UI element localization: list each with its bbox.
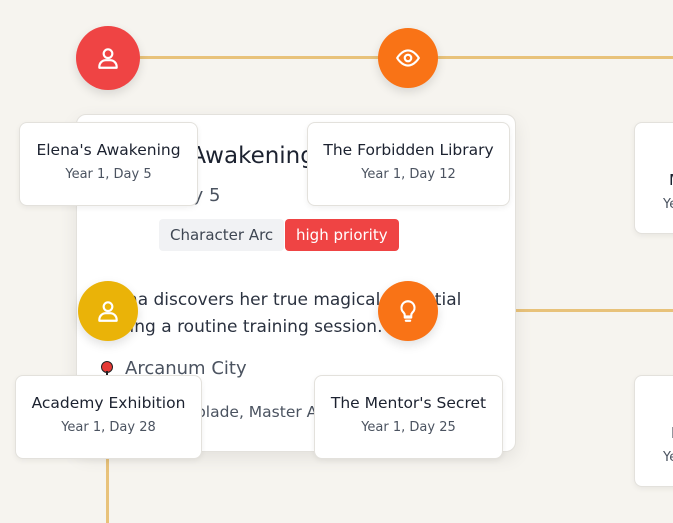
category-tag: Character Arc — [159, 219, 285, 251]
event-card-title: Elena's Awakening — [36, 141, 181, 159]
eye-icon — [396, 49, 420, 67]
event-node[interactable] — [78, 281, 138, 341]
event-card[interactable]: Elena's Awakening Year 1, Day 5 — [19, 122, 198, 206]
event-card[interactable]: I Ye — [634, 375, 673, 487]
user-icon — [98, 48, 118, 69]
event-card-date: Year 1, Day 28 — [61, 420, 156, 435]
event-card-title: M — [669, 171, 673, 189]
event-node[interactable] — [76, 26, 140, 90]
event-card-title: The Mentor's Secret — [330, 394, 487, 412]
event-card-date: Year 1, Day 5 — [65, 167, 152, 182]
event-card-date: Year 1, Day 25 — [361, 420, 456, 435]
event-card-title: The Forbidden Library — [323, 141, 494, 159]
event-node[interactable] — [378, 281, 438, 341]
user-icon — [98, 301, 118, 322]
event-card-date: Ye — [663, 197, 673, 212]
event-card[interactable]: M Ye — [634, 122, 673, 234]
event-card[interactable]: Academy Exhibition Year 1, Day 28 — [15, 375, 202, 459]
priority-tag: high priority — [285, 219, 399, 251]
event-card-title: Academy Exhibition — [31, 394, 186, 412]
event-node[interactable] — [378, 28, 438, 88]
event-card[interactable]: The Forbidden Library Year 1, Day 12 — [307, 122, 510, 206]
event-card-date: Year 1, Day 12 — [361, 167, 456, 182]
lightbulb-icon — [400, 300, 416, 322]
event-card[interactable]: The Mentor's Secret Year 1, Day 25 — [314, 375, 503, 459]
event-card-date: Ye — [663, 450, 673, 465]
event-description: Elena discovers her true magical potenti… — [101, 290, 462, 337]
timeline-connector — [106, 455, 109, 523]
